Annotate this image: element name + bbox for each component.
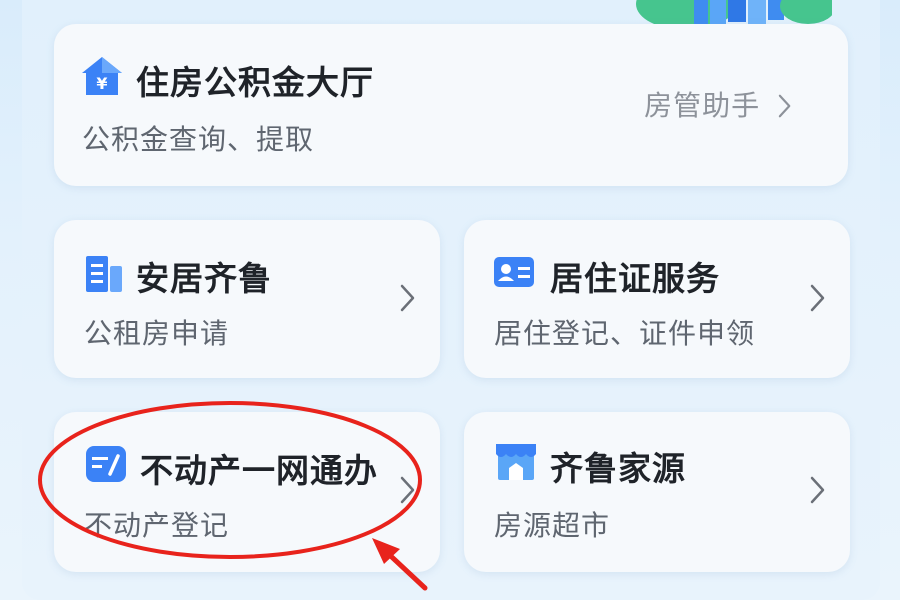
- housing-fund-card[interactable]: ¥ 住房公积金大厅 公积金查询、提取 房管助手: [54, 24, 848, 186]
- chevron-right-icon: [810, 284, 825, 312]
- residence-permit-card[interactable]: 居住证服务 居住登记、证件申领: [464, 220, 850, 378]
- card-title: 齐鲁家源: [550, 449, 686, 488]
- housing-assistant-link[interactable]: 房管助手: [644, 84, 792, 124]
- card-title: 不动产一网通办: [140, 451, 378, 490]
- edit-document-icon: [86, 446, 126, 482]
- card-subtitle: 公积金查询、提取: [82, 123, 315, 156]
- card-subtitle: 居住登记、证件申领: [494, 317, 756, 350]
- real-estate-card[interactable]: 不动产一网通办 不动产登记: [54, 412, 440, 572]
- chevron-right-icon: [810, 476, 825, 504]
- card-title: 安居齐鲁: [136, 259, 272, 298]
- id-card-icon: [494, 257, 534, 287]
- housing-assistant-label: 房管助手: [644, 89, 761, 122]
- card-subtitle: 公租房申请: [84, 317, 230, 350]
- card-subtitle: 房源超市: [494, 509, 611, 542]
- anju-qilu-card[interactable]: 安居齐鲁 公租房申请: [54, 220, 440, 378]
- svg-text:¥: ¥: [96, 74, 107, 93]
- qilu-homes-card[interactable]: 齐鲁家源 房源超市: [464, 412, 850, 572]
- chevron-right-icon: [400, 476, 415, 504]
- card-subtitle: 不动产登记: [84, 509, 230, 542]
- card-title: 居住证服务: [550, 259, 720, 298]
- chevron-right-icon: [400, 284, 415, 312]
- chevron-right-icon: [778, 94, 791, 118]
- building-icon: [86, 256, 122, 292]
- yuan-house-icon: ¥: [82, 57, 122, 95]
- card-title: 住房公积金大厅: [136, 63, 374, 102]
- storefront-icon: [496, 444, 536, 480]
